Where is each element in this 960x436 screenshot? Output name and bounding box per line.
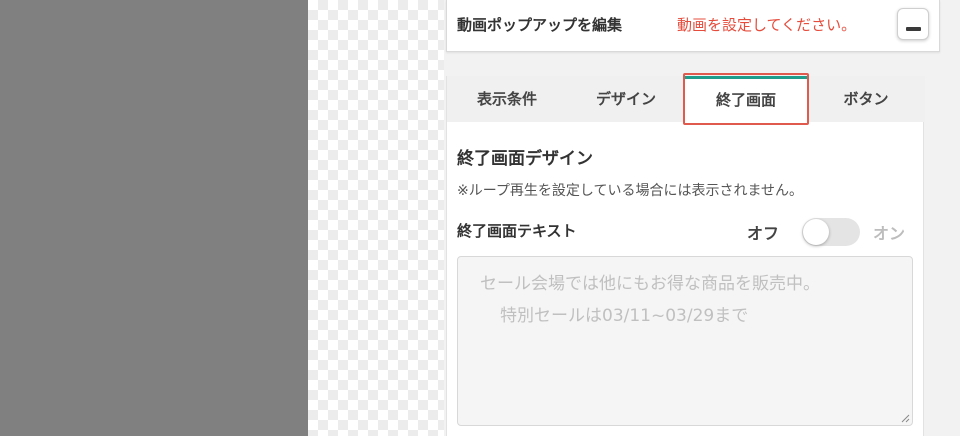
header-warning: 動画を設定してください。: [677, 16, 857, 34]
tab-end-screen[interactable]: 終了画面: [685, 76, 807, 122]
collapse-button[interactable]: [897, 8, 929, 40]
placeholder-line-2: 特別セールは03/11~03/29まで: [500, 306, 749, 326]
toggle-on-label: オン: [873, 224, 906, 243]
canvas-backdrop: [0, 0, 308, 436]
editor-content: 表示条件 デザイン 終了画面 ボタン 終了画面デザイン ※ループ再生を設定してい…: [446, 73, 925, 436]
transparent-preview-area: [308, 0, 444, 436]
end-screen-text-toggle[interactable]: [802, 218, 860, 246]
resize-handle-icon[interactable]: [900, 413, 910, 423]
toggle-off-label: オフ: [747, 224, 780, 243]
end-screen-text-input[interactable]: セール会場では他にもお得な商品を販売中。 特別セールは03/11~03/29まで: [457, 256, 913, 426]
end-screen-text-label: 終了画面テキスト: [457, 222, 577, 240]
placeholder-line-1: セール会場では他にもお得な商品を販売中。: [480, 274, 820, 294]
section-title: 終了画面デザイン: [457, 149, 593, 169]
tab-bar: 表示条件 デザイン 終了画面 ボタン: [447, 73, 925, 125]
tab-design[interactable]: デザイン: [567, 76, 685, 122]
tab-display-conditions[interactable]: 表示条件: [447, 76, 567, 122]
toggle-knob: [803, 219, 829, 245]
editor-header: 動画ポップアップを編集 動画を設定してください。: [446, 0, 940, 52]
header-title: 動画ポップアップを編集: [457, 16, 623, 34]
loop-note: ※ループ再生を設定している場合には表示されません。: [457, 183, 804, 199]
minimize-icon: [906, 27, 921, 31]
tab-button[interactable]: ボタン: [807, 76, 925, 122]
